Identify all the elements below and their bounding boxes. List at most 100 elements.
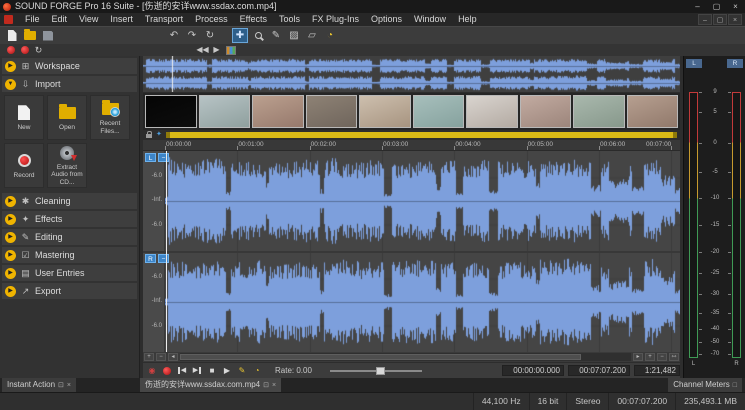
close-button[interactable]: ×: [726, 0, 745, 13]
selection-length-field[interactable]: 1:21,482: [634, 365, 680, 376]
scroll-left-button[interactable]: ◂: [168, 353, 178, 361]
record-button[interactable]: [18, 45, 31, 56]
video-thumbnail-9[interactable]: [627, 95, 679, 128]
marker-tool-button[interactable]: ▱: [304, 28, 320, 43]
go-to-end-button[interactable]: ▶: [210, 45, 223, 56]
import-button-extract-audio-from-cd-[interactable]: Extract Audio from CD...: [47, 143, 87, 188]
play-button[interactable]: ▶: [220, 364, 234, 377]
maximize-button[interactable]: ▢: [707, 0, 726, 13]
stop-button[interactable]: ■: [205, 364, 219, 377]
transport-go-start-button[interactable]: ◀: [175, 364, 189, 377]
transport-record-button[interactable]: [160, 364, 174, 377]
menu-insert[interactable]: Insert: [104, 13, 139, 26]
tab-channel-meters[interactable]: Channel Meters □: [668, 378, 742, 392]
import-button-new[interactable]: New: [4, 95, 44, 140]
sidebar-section-user-entries[interactable]: ▶▤User Entries: [2, 265, 137, 281]
mdi-close-button[interactable]: ×: [728, 14, 742, 25]
open-file-button[interactable]: [22, 28, 38, 43]
menu-view[interactable]: View: [73, 13, 104, 26]
menu-edit[interactable]: Edit: [46, 13, 74, 26]
menu-help[interactable]: Help: [452, 13, 483, 26]
sidebar-section-cleaning[interactable]: ▶✱Cleaning: [2, 193, 137, 209]
mdi-minimize-button[interactable]: –: [698, 14, 712, 25]
video-thumbnail-5[interactable]: [413, 95, 465, 128]
meter-tick: [699, 225, 702, 226]
video-thumbnail-3[interactable]: [306, 95, 358, 128]
scrollbar-track[interactable]: [180, 353, 631, 361]
menu-window[interactable]: Window: [408, 13, 452, 26]
meters-tab-restore-icon[interactable]: □: [733, 382, 737, 389]
left-channel-minimize-button[interactable]: −: [158, 153, 169, 162]
loop-recording-button[interactable]: ↻: [32, 45, 45, 56]
tab-close-icon[interactable]: ×: [67, 382, 71, 389]
rate-slider[interactable]: [330, 370, 422, 372]
save-button[interactable]: [40, 28, 56, 43]
tab-instant-action[interactable]: Instant Action ⊡ ×: [2, 378, 76, 392]
sidebar-section-import[interactable]: ▼⇩Import: [2, 76, 137, 92]
record-arm-button[interactable]: [4, 45, 17, 56]
scrollbar-thumb[interactable]: [180, 354, 581, 360]
video-thumbnail-8[interactable]: [573, 95, 625, 128]
video-thumbnail-6[interactable]: [466, 95, 518, 128]
video-thumbnail-2[interactable]: [252, 95, 304, 128]
menu-effects[interactable]: Effects: [234, 13, 273, 26]
video-thumbnail-1[interactable]: [199, 95, 251, 128]
loop-playback-button[interactable]: ◔: [250, 364, 264, 377]
sidebar-section-export[interactable]: ▶↗Export: [2, 283, 137, 299]
video-thumbnail-0[interactable]: [145, 95, 197, 128]
zoom-out-button[interactable]: −: [156, 353, 166, 361]
minimize-button[interactable]: –: [688, 0, 707, 13]
rate-slider-thumb[interactable]: [376, 367, 385, 375]
magnify-tool-button[interactable]: [250, 28, 266, 43]
menu-process[interactable]: Process: [189, 13, 234, 26]
doc-tab-close-icon[interactable]: ×: [272, 382, 276, 389]
pencil-tool-button[interactable]: ✎: [268, 28, 284, 43]
right-channel-minimize-button[interactable]: −: [158, 254, 169, 263]
cursor-position-field[interactable]: 00:00:00.000: [502, 365, 564, 376]
menu-transport[interactable]: Transport: [139, 13, 189, 26]
edit-tool-button[interactable]: ✚: [232, 28, 248, 43]
play-as-cutlist-button[interactable]: ✎: [235, 364, 249, 377]
sidebar-section-effects[interactable]: ▶✦Effects: [2, 211, 137, 227]
horizontal-scrollbar: + − ◂ ▸ + − ⇿: [143, 352, 680, 362]
menu-file[interactable]: File: [19, 13, 46, 26]
meter-left-button[interactable]: L: [686, 59, 702, 68]
video-thumbnail-7[interactable]: [520, 95, 572, 128]
record-remote-button[interactable]: ◉: [145, 364, 159, 377]
left-channel-button[interactable]: L: [145, 153, 156, 162]
zoom-in-button[interactable]: +: [144, 353, 154, 361]
sidebar-section-editing[interactable]: ▶✎Editing: [2, 229, 137, 245]
undo-button[interactable]: ↶: [166, 28, 182, 43]
sidebar-section-mastering[interactable]: ▶☑Mastering: [2, 247, 137, 263]
menu-fx-plug-ins[interactable]: FX Plug-Ins: [306, 13, 365, 26]
event-grid-button[interactable]: [224, 45, 237, 56]
right-channel-button[interactable]: R: [145, 254, 156, 263]
import-button-record[interactable]: Record: [4, 143, 44, 188]
import-button-open[interactable]: Open: [47, 95, 87, 140]
tab-document[interactable]: 伤逝的安详www.ssdax.com.mp4 ⊡ ×: [140, 378, 281, 392]
redo-button[interactable]: ↷: [184, 28, 200, 43]
overview-waveform[interactable]: [143, 56, 680, 92]
video-thumbnail-4[interactable]: [359, 95, 411, 128]
repeat-button[interactable]: ↻: [202, 28, 218, 43]
import-button-recent-files-[interactable]: Recent Files...: [90, 95, 130, 140]
go-to-start-button[interactable]: ◀◀: [196, 45, 209, 56]
time-ruler[interactable]: 00:00:0000:01:0000:02:0000:03:0000:04:00…: [143, 140, 680, 151]
zoom-selection-button[interactable]: ⇿: [669, 353, 679, 361]
zoom-in-time-button[interactable]: +: [645, 353, 655, 361]
scroll-right-button[interactable]: ▸: [633, 353, 643, 361]
tab-restore-icon[interactable]: ⊡: [58, 382, 64, 389]
loop-region-bar[interactable]: [166, 132, 677, 138]
transport-go-end-button[interactable]: ▶: [190, 364, 204, 377]
selection-end-field[interactable]: 00:07:07.200: [568, 365, 630, 376]
zoom-out-time-button[interactable]: −: [657, 353, 667, 361]
mdi-restore-button[interactable]: ▢: [713, 14, 727, 25]
meter-right-button[interactable]: R: [727, 59, 743, 68]
sidebar-section-workspace[interactable]: ▶⊞Workspace: [2, 58, 137, 74]
doc-tab-restore-icon[interactable]: ⊡: [263, 382, 269, 389]
new-file-button[interactable]: [4, 28, 20, 43]
envelope-tool-button[interactable]: ▨: [286, 28, 302, 43]
menu-options[interactable]: Options: [365, 13, 408, 26]
menu-tools[interactable]: Tools: [273, 13, 306, 26]
paint-tool-button[interactable]: ◔: [322, 28, 338, 43]
